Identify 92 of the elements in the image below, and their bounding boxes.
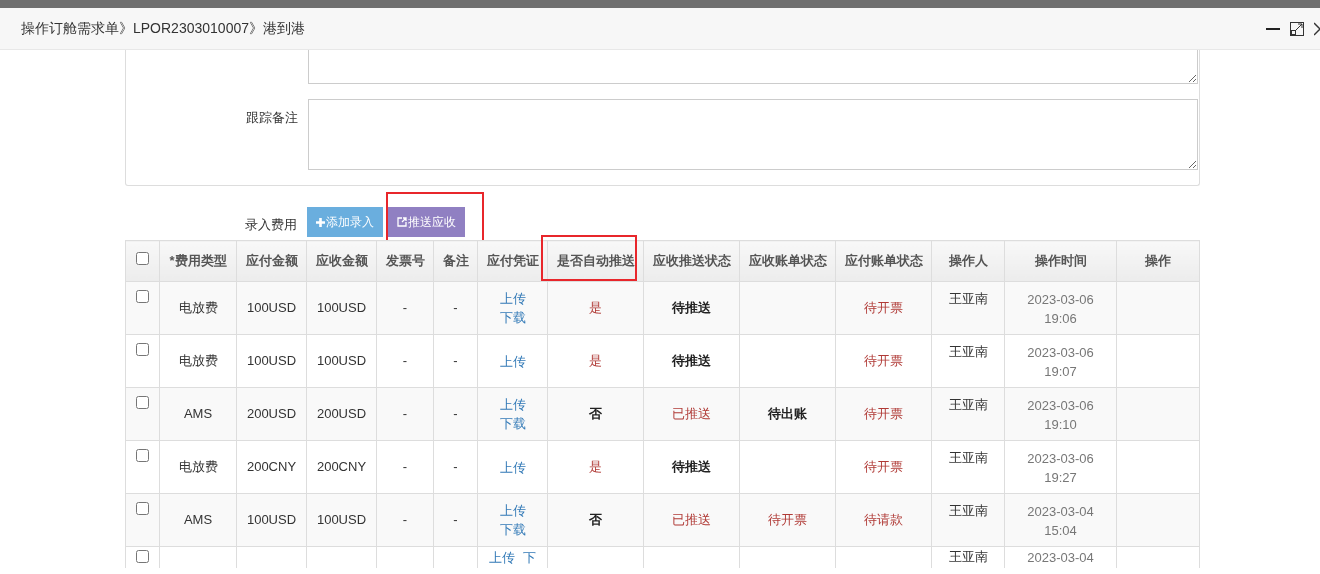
voucher-link[interactable]: 下载 (499, 414, 526, 433)
table-cell: 100USD (306, 334, 377, 388)
voucher-link[interactable]: 下载 (499, 520, 526, 539)
table-cell: - (376, 281, 434, 335)
table-cell: 2023-03-06 19:06 (1004, 281, 1117, 335)
table-cell: 待开票 (835, 440, 932, 494)
table-cell: 待推送 (643, 281, 740, 335)
column-header: 应收账单状态 (739, 240, 836, 282)
checkbox[interactable] (136, 550, 149, 563)
table-cell: 王亚南 (931, 493, 1005, 547)
table-cell: - (376, 440, 434, 494)
column-header: 应收推送状态 (643, 240, 740, 282)
table-cell: 王亚南 (931, 440, 1005, 494)
external-link-icon (397, 217, 407, 227)
table-cell: - (433, 281, 478, 335)
table-cell: 是 (547, 334, 644, 388)
table-cell: 待开票 (835, 334, 932, 388)
push-button[interactable]: 推送应收 (388, 207, 465, 237)
voucher-link[interactable]: 上传 (499, 457, 526, 477)
voucher-link[interactable]: 上传 (489, 548, 515, 567)
column-header: 是否自动推送 (547, 240, 644, 282)
column-header: 操作人 (931, 240, 1005, 282)
checkbox[interactable] (136, 290, 149, 303)
checkbox[interactable] (136, 343, 149, 356)
table-cell: 电放费 (159, 334, 237, 388)
table-cell: 200CNY (306, 440, 377, 494)
table-cell: - (376, 387, 434, 441)
add-button[interactable]: 添加录入 (307, 207, 383, 237)
table-cell: 是 (547, 281, 644, 335)
table-cell: 2023-03-06 19:07 (1004, 334, 1117, 388)
table-cell: 否 (547, 493, 644, 547)
table-cell: - (376, 493, 434, 547)
column-header: 操作 (1116, 240, 1200, 282)
checkbox[interactable] (136, 396, 149, 409)
checkbox[interactable] (136, 449, 149, 462)
voucher-link[interactable]: 下 (523, 548, 536, 567)
table-cell: 已推送 (643, 493, 740, 547)
table-cell: - (433, 440, 478, 494)
checkbox[interactable] (136, 252, 149, 265)
table-cell: 100USD (236, 281, 307, 335)
column-header: 操作时间 (1004, 240, 1117, 282)
table-cell: 待推送 (643, 334, 740, 388)
field-label: 跟踪备注 (245, 109, 298, 127)
close-icon[interactable] (1314, 21, 1320, 36)
table-cell: 王亚南 (931, 334, 1005, 388)
table-cell: 待出账 (739, 387, 836, 441)
table-cell: 100USD (236, 334, 307, 388)
table-cell: 200CNY (236, 440, 307, 494)
table-cell: - (433, 334, 478, 388)
checkbox[interactable] (136, 502, 149, 515)
column-header: 发票号 (376, 240, 434, 282)
table-cell: 待推送 (643, 440, 740, 494)
column-header: 备注 (433, 240, 478, 282)
voucher-link[interactable]: 上传 (499, 395, 526, 414)
field-label: 录入费用 (244, 216, 297, 234)
column-header: 应付账单状态 (835, 240, 932, 282)
voucher-link[interactable]: 上传 (499, 501, 526, 520)
table-cell: 待开票 (835, 387, 932, 441)
table-cell: 电放费 (159, 440, 237, 494)
table-cell: 待开票 (739, 493, 836, 547)
table-cell: 2023-03-06 19:10 (1004, 387, 1117, 441)
voucher-link[interactable]: 上传 (499, 289, 526, 308)
column-header: 应收金额 (306, 240, 377, 282)
table-cell: 待开票 (835, 281, 932, 335)
table-cell: 王亚南 (931, 281, 1005, 335)
column-header: 应付凭证 (477, 240, 548, 282)
table-cell: 100USD (306, 493, 377, 547)
table-cell: 待请款 (835, 493, 932, 547)
table-cell: 2023-03-04 15:04 (1004, 493, 1117, 547)
table-cell: 100USD (236, 493, 307, 547)
table-cell: AMS (159, 493, 237, 547)
table-cell: 否 (547, 387, 644, 441)
table-cell: - (433, 387, 478, 441)
voucher-link[interactable]: 下载 (499, 308, 526, 327)
tracking-note-field[interactable] (308, 99, 1198, 170)
plus-icon (316, 217, 325, 227)
table-cell: 200USD (236, 387, 307, 441)
table-cell: 2023-03-06 19:27 (1004, 440, 1117, 494)
table-cell: 是 (547, 440, 644, 494)
maximize-icon[interactable] (1290, 21, 1304, 36)
table-cell: 电放费 (159, 281, 237, 335)
table-cell: 已推送 (643, 387, 740, 441)
table-cell: - (433, 493, 478, 547)
column-header: *费用类型 (159, 240, 237, 282)
table-cell: AMS (159, 387, 237, 441)
window-title: 操作订舱需求单》LPOR2303010007》港到港 (21, 19, 305, 38)
voucher-link[interactable]: 上传 (499, 351, 526, 371)
table-cell: 100USD (306, 281, 377, 335)
table-cell: 王亚南 (931, 387, 1005, 441)
column-header: 应付金额 (236, 240, 307, 282)
table-cell: 200USD (306, 387, 377, 441)
table-cell: - (376, 334, 434, 388)
